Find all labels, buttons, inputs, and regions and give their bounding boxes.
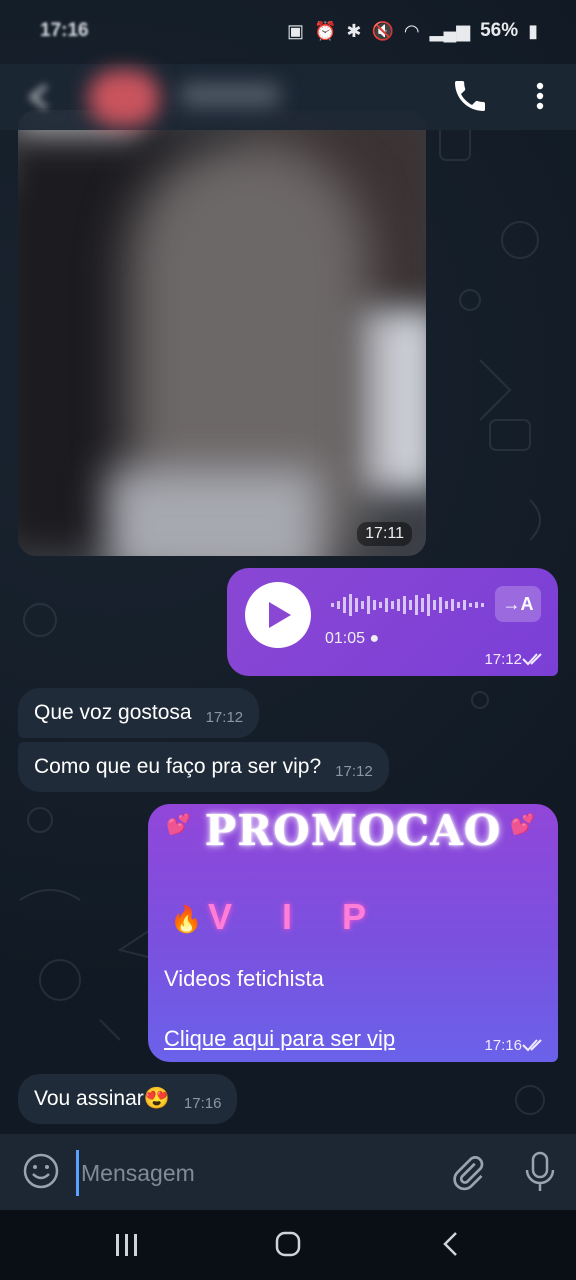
read-checks-icon [522, 1039, 542, 1052]
nav-back-button[interactable] [438, 1230, 464, 1263]
recent-apps-icon [116, 1234, 137, 1256]
message-time: 17:16 [183, 1094, 222, 1112]
read-checks-icon [522, 653, 542, 666]
home-icon [275, 1231, 301, 1257]
play-icon [269, 602, 291, 628]
system-nav-bar [0, 1210, 576, 1280]
voice-duration: 01:05 ● [325, 630, 380, 647]
waveform [331, 594, 484, 616]
status-time: 17:16 [40, 20, 89, 41]
promo-vip: V I P [208, 896, 387, 937]
voice-message[interactable]: →A 01:05 ● 17:12 [227, 568, 558, 676]
phone-icon [455, 81, 485, 111]
signal-icon: ▂▄▆ [429, 20, 471, 41]
contact-avatar[interactable] [88, 70, 160, 126]
contact-name-blurred[interactable] [180, 84, 280, 106]
message-text: Vou assinar😍 [34, 1087, 170, 1110]
promo-text: Videos fetichista [164, 966, 324, 991]
bluetooth-icon: ✱ [346, 20, 362, 41]
home-button[interactable] [274, 1230, 302, 1263]
status-icons: ▣ ⏰ ✱ 🔇 ◠ ▂▄▆ 56% ▮ [287, 20, 538, 42]
more-options-button[interactable] [522, 76, 558, 116]
photo-message[interactable]: 17:11 [18, 110, 426, 556]
incoming-message[interactable]: Que voz gostosa 17:12 [18, 688, 260, 738]
back-icon [443, 1232, 457, 1256]
photo-region [108, 470, 318, 556]
microphone-icon [525, 1151, 555, 1191]
message-time: 17:16 [484, 1037, 522, 1054]
message-time: 17:12 [205, 708, 244, 726]
call-button[interactable] [450, 76, 490, 116]
message-time: 17:12 [335, 762, 373, 780]
mute-icon: 🔇 [371, 20, 394, 41]
chat-header [0, 64, 576, 130]
message-text: Como que eu faço pra ser vip? [34, 755, 322, 778]
alarm-icon: ⏰ [313, 20, 337, 41]
message-time: 17:12 [484, 651, 522, 668]
message-input[interactable] [76, 1150, 443, 1196]
status-bar: 17:16 ▣ ⏰ ✱ 🔇 ◠ ▂▄▆ 56% ▮ [0, 0, 576, 64]
promo-link[interactable]: Clique aqui para ser vip [164, 1026, 395, 1052]
battery-icon: ▮ [528, 20, 538, 41]
message-time: 17:11 [357, 522, 412, 546]
emoji-icon [23, 1153, 59, 1189]
play-button[interactable] [245, 582, 311, 648]
transcribe-button[interactable]: →A [495, 586, 541, 622]
mic-button[interactable] [522, 1150, 558, 1199]
notification-icon: ▣ [286, 20, 304, 41]
incoming-message[interactable]: Como que eu faço pra ser vip? 17:12 [18, 742, 389, 792]
attach-button[interactable] [450, 1152, 486, 1197]
incoming-message[interactable]: Vou assinar😍 17:16 [18, 1074, 238, 1124]
fire-icon: 🔥 [170, 904, 203, 934]
promo-title: PROMOCAO [204, 806, 502, 855]
emoji-button[interactable] [22, 1152, 60, 1195]
recent-apps-button[interactable] [114, 1232, 140, 1263]
voice-duration-text: 01:05 [325, 630, 366, 647]
paperclip-icon [453, 1156, 484, 1191]
more-vertical-icon [536, 82, 544, 110]
wifi-icon: ◠ [403, 20, 420, 41]
arrow-left-icon [28, 84, 48, 110]
message-composer [0, 1134, 576, 1210]
back-button[interactable] [20, 78, 58, 116]
message-text: Que voz gostosa [34, 701, 192, 724]
battery-level: 56% [480, 20, 519, 41]
promo-message[interactable]: 💕 💕 PROMOCAO 🔥 V I P Videos fetichista C… [148, 804, 558, 1062]
